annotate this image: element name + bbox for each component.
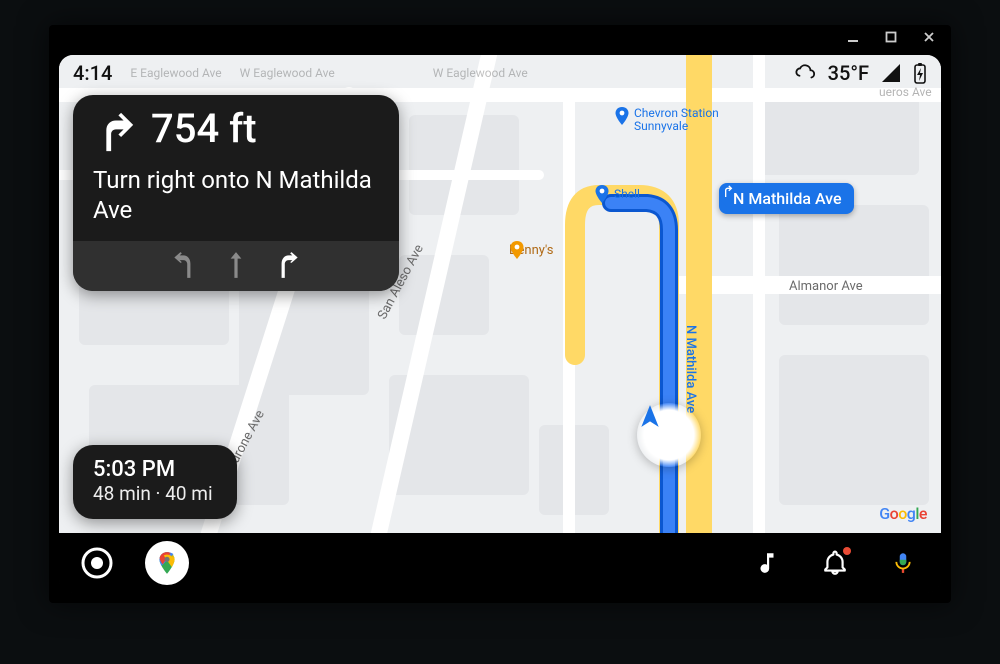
lane-right-active-icon xyxy=(273,249,303,281)
eta-arrival: 5:03 PM xyxy=(93,457,213,482)
restaurant-pin-icon xyxy=(558,241,574,259)
head-unit-screen: San Aleso Ave Madrone Ave Almanor Ave ue… xyxy=(59,55,941,593)
road-label-almanor: Almanor Ave xyxy=(789,279,863,294)
gas-pin-icon xyxy=(594,185,610,203)
vehicle-puck xyxy=(637,403,701,467)
turn-right-icon xyxy=(91,109,137,159)
window-frame: San Aleso Ave Madrone Ave Almanor Ave ue… xyxy=(49,25,951,603)
maximize-button[interactable] xyxy=(877,25,905,49)
notification-dot-icon xyxy=(843,547,851,555)
gas-pin-icon xyxy=(614,111,630,129)
voice-assistant-button[interactable] xyxy=(883,543,923,583)
launcher-icon xyxy=(80,546,114,580)
close-button[interactable] xyxy=(915,25,943,49)
map-area[interactable]: San Aleso Ave Madrone Ave Almanor Ave ue… xyxy=(59,55,941,533)
lane-straight-icon xyxy=(221,249,251,281)
lane-guidance xyxy=(73,241,399,291)
road-label-mathilda-vertical: N Mathilda Ave xyxy=(683,325,698,413)
lane-left-icon xyxy=(169,249,199,281)
microphone-icon xyxy=(890,550,916,576)
maps-app-button[interactable] xyxy=(145,541,189,585)
next-street-label: N Mathilda Ave xyxy=(733,189,842,208)
navigation-card[interactable]: 754 ft Turn right onto N Mathilda Ave xyxy=(73,95,399,291)
poi-dennys[interactable]: Denny's xyxy=(509,241,574,259)
poi-chevron[interactable]: Chevron Station Sunnyvale xyxy=(614,107,724,132)
music-note-icon xyxy=(754,550,780,576)
notifications-button[interactable] xyxy=(815,543,855,583)
road-label-ueros: ueros Ave xyxy=(879,85,932,99)
titlebar xyxy=(831,25,951,49)
nav-distance: 754 ft xyxy=(151,109,257,149)
google-maps-icon xyxy=(154,550,180,576)
eta-card[interactable]: 5:03 PM 48 min · 40 mi xyxy=(73,445,237,519)
next-street-chip: N Mathilda Ave xyxy=(719,183,854,214)
launcher-button[interactable] xyxy=(77,543,117,583)
poi-label: Chevron Station Sunnyvale xyxy=(634,107,724,132)
poi-shell[interactable]: Shell xyxy=(594,185,640,203)
music-button[interactable] xyxy=(747,543,787,583)
minimize-button[interactable] xyxy=(839,25,867,49)
google-attribution: Google xyxy=(879,504,927,523)
navigation-arrow-icon xyxy=(637,403,663,429)
nav-instruction: Turn right onto N Mathilda Ave xyxy=(73,163,399,241)
eta-summary: 48 min · 40 mi xyxy=(93,482,213,505)
poi-label: Shell xyxy=(614,187,640,201)
system-bottom-bar xyxy=(59,533,941,593)
